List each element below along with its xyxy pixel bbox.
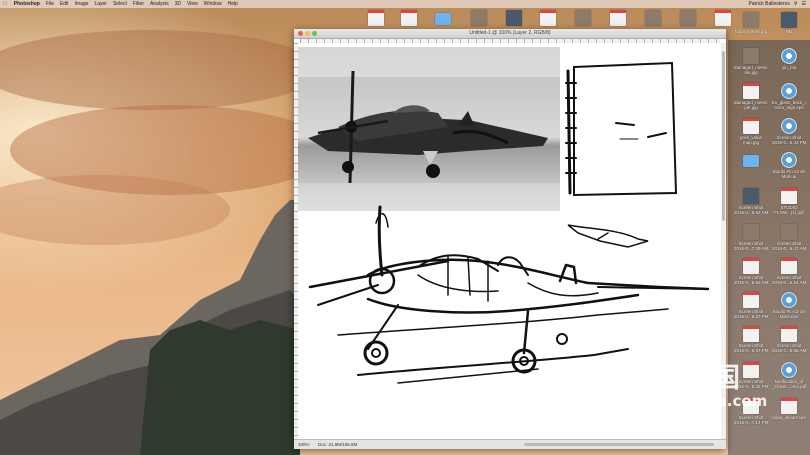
menu-edit[interactable]: Edit [57, 0, 72, 8]
document-status-bar: 100% Doc: 21.9M/156.5M [294, 439, 726, 449]
thumbnail-sketch [565, 61, 678, 248]
desktop-file-icon[interactable] [531, 10, 565, 27]
notification-icon[interactable]: ☰ [802, 0, 806, 8]
document-title: Untitled-1 @ 100% (Layer 2, RGB/8) [469, 30, 551, 36]
desktop-image-icon[interactable] [566, 10, 600, 27]
desktop-file-icon[interactable]: STUDIO FLOW...(1).pdf [772, 188, 806, 215]
desktop-file-icon[interactable]: Screen Shot 2016-0...6.47 AM [772, 224, 806, 251]
desktop-file-icon[interactable]: damaged_meeso ani.jpg [734, 48, 768, 75]
desktop-file-icon[interactable]: Screen Shot 2016-0...6.52 AM [734, 258, 768, 285]
watermark: 灵感中国 lingganchina.com [578, 356, 788, 416]
search-icon[interactable]: ⚲ [794, 0, 798, 8]
menu-3d[interactable]: 3D [172, 0, 184, 8]
vertical-scroll-thumb[interactable] [722, 51, 725, 221]
hard-drive-icon[interactable]: HD [772, 12, 806, 34]
desktop-image-icon[interactable] [462, 10, 496, 27]
desktop-image-icon[interactable] [497, 10, 531, 27]
horizontal-scrollbar[interactable] [524, 443, 714, 446]
menu-image[interactable]: Image [72, 0, 92, 8]
app-menu[interactable]: Photoshop [10, 0, 43, 8]
menu-layer[interactable]: Layer [91, 0, 110, 8]
menu-window[interactable]: Window [201, 0, 225, 8]
desktop-file-icon[interactable]: Screen Shot 2016-0...6.37 PM [734, 292, 768, 319]
watermark-logo-icon [578, 356, 622, 406]
menu-bar:  Photoshop File Edit Image Layer Select… [0, 0, 810, 8]
document-title-bar[interactable]: Untitled-1 @ 100% (Layer 2, RGB/8) [294, 29, 726, 39]
desktop-file-icon[interactable]: Ex_glass_back_v ector_sign.eps [772, 83, 806, 110]
menu-view[interactable]: View [184, 0, 201, 8]
watermark-chinese-text: 灵感中国 [626, 363, 742, 394]
desktop-file-icon[interactable]: print_value map.jpg [734, 118, 768, 145]
menu-help[interactable]: Help [225, 0, 241, 8]
desktop-file-icon[interactable]: boba_lineart.jpg [734, 12, 768, 34]
desktop-image-icon[interactable] [671, 10, 705, 27]
desktop-file-icon[interactable]: damaged_meeso pet.jpg [734, 83, 768, 110]
desktop-file-icon[interactable]: Screen Shot 2016-0...7.29 AM [734, 224, 768, 251]
desktop-file-icon[interactable]: Screen Shot 2016-0...5.55 AM [772, 326, 806, 353]
reference-photo [298, 47, 560, 211]
user-name[interactable]: Patrick Ballesteros [748, 0, 789, 8]
desktop-file-icon[interactable]: Screen Shot 2016-0...5.54 AM [772, 258, 806, 285]
desktop-file-icon[interactable]: Screen Shot 2016-0...6.53 AM [734, 188, 768, 215]
menu-analysis[interactable]: Analysis [147, 0, 172, 8]
zoom-window-icon[interactable] [312, 31, 317, 36]
desktop-image-icon[interactable] [636, 10, 670, 27]
desktop-file-icon[interactable] [601, 10, 635, 27]
document-size-info[interactable]: Doc: 21.9M/156.5M [318, 440, 357, 449]
desktop-file-icon[interactable]: Screen Shot 2016-0...6.43 PM [772, 118, 806, 145]
menu-select[interactable]: Select [110, 0, 130, 8]
desktop-file-icon[interactable] [392, 10, 426, 27]
apple-menu-icon[interactable]:  [0, 0, 10, 8]
desktop-file-icon[interactable] [359, 10, 393, 27]
desktop-file-icon[interactable]: Screen Shot 2016-0...6.37 PM [734, 326, 768, 353]
desktop-file-icon[interactable]: Studio Flo Circle Mark.ai [772, 152, 806, 179]
menu-filter[interactable]: Filter [130, 0, 147, 8]
desktop-folder-icon[interactable] [426, 10, 460, 26]
desktop-folder-icon[interactable] [734, 152, 768, 168]
desktop-file-icon[interactable]: yin_bla [772, 48, 806, 70]
zoom-level[interactable]: 100% [298, 440, 310, 449]
watermark-url-text: lingganchina.com [618, 392, 768, 410]
menu-file[interactable]: File [43, 0, 57, 8]
desktop-file-icon[interactable]: Studio Flo Circle Mark.eps [772, 292, 806, 319]
minimize-window-icon[interactable] [305, 31, 310, 36]
close-window-icon[interactable] [298, 31, 303, 36]
